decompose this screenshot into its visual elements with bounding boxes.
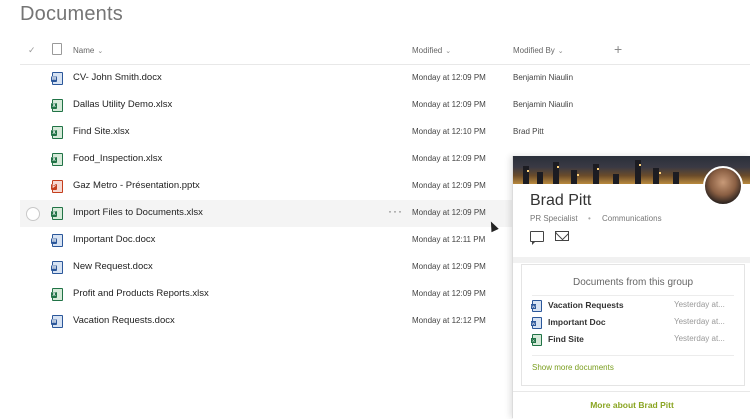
table-row-selected[interactable]: X Import Files to Documents.xlsx ··· Mon… xyxy=(20,200,512,227)
excel-file-icon: X xyxy=(51,126,63,139)
file-name-link[interactable]: Important Doc.docx xyxy=(73,234,155,245)
file-name-link[interactable]: New Request.docx xyxy=(73,261,153,272)
show-more-documents-link[interactable]: Show more documents xyxy=(532,363,614,372)
chevron-down-icon: ⌄ xyxy=(97,48,104,55)
excel-file-icon: X xyxy=(51,153,63,166)
group-doc-time: Yesterday at... xyxy=(674,317,725,326)
word-file-icon: W xyxy=(531,300,542,312)
modified-date: Monday at 12:11 PM xyxy=(412,235,486,244)
table-row[interactable]: W CV- John Smith.docx Monday at 12:09 PM… xyxy=(20,65,573,92)
group-doc-time: Yesterday at... xyxy=(674,334,725,343)
select-all-checkmark-icon[interactable]: ✓ xyxy=(28,45,36,56)
more-actions-icon[interactable]: ··· xyxy=(388,204,403,218)
modified-date: Monday at 12:09 PM xyxy=(412,100,486,109)
table-row[interactable]: P Gaz Metro - Présentation.pptx Monday a… xyxy=(20,173,512,200)
chevron-down-icon: ⌄ xyxy=(445,48,452,55)
powerpoint-file-icon: P xyxy=(51,180,63,193)
table-row[interactable]: W New Request.docx Monday at 12:09 PM xyxy=(20,254,512,281)
add-column-button[interactable]: + xyxy=(614,41,622,57)
page-title: Documents xyxy=(20,3,123,25)
word-file-icon: W xyxy=(51,315,63,328)
word-file-icon: W xyxy=(51,261,63,274)
table-row[interactable]: W Vacation Requests.docx Monday at 12:12… xyxy=(20,308,512,335)
divider xyxy=(532,295,734,296)
person-card: Brad Pitt PR Specialist Communications D… xyxy=(512,156,750,419)
modified-by-link[interactable]: Benjamin Niaulin xyxy=(513,73,573,82)
list-header: ✓ Name ⌄ Modified ⌄ Modified By ⌄ + xyxy=(20,40,750,65)
group-doc-name[interactable]: Vacation Requests xyxy=(548,300,624,310)
table-row[interactable]: X Food_Inspection.xlsx Monday at 12:09 P… xyxy=(20,146,512,173)
file-type-header-icon[interactable] xyxy=(52,43,62,55)
table-row[interactable]: X Find Site.xlsx Monday at 12:10 PM Brad… xyxy=(20,119,544,146)
divider xyxy=(513,257,750,263)
file-name-link[interactable]: Find Site.xlsx xyxy=(73,126,130,137)
excel-file-icon: X xyxy=(51,288,63,301)
modified-date: Monday at 12:10 PM xyxy=(412,127,486,136)
group-doc-name[interactable]: Find Site xyxy=(548,334,584,344)
column-header-modified-by-label: Modified By xyxy=(513,46,555,55)
file-name-link[interactable]: CV- John Smith.docx xyxy=(73,72,162,83)
table-row[interactable]: X Profit and Products Reports.xlsx Monda… xyxy=(20,281,512,308)
person-name: Brad Pitt xyxy=(530,192,592,209)
modified-date: Monday at 12:12 PM xyxy=(412,316,486,325)
divider xyxy=(532,355,734,356)
file-name-link[interactable]: Dallas Utility Demo.xlsx xyxy=(73,99,172,110)
person-title: PR Specialist xyxy=(530,214,578,223)
modified-by-link[interactable]: Brad Pitt xyxy=(513,127,544,136)
mail-icon[interactable] xyxy=(555,231,569,241)
column-header-modified[interactable]: Modified ⌄ xyxy=(412,46,451,55)
file-name-link[interactable]: Import Files to Documents.xlsx xyxy=(73,207,203,218)
column-header-modified-by[interactable]: Modified By ⌄ xyxy=(513,46,564,55)
table-row[interactable]: W Important Doc.docx Monday at 12:11 PM xyxy=(20,227,512,254)
file-name-link[interactable]: Profit and Products Reports.xlsx xyxy=(73,288,209,299)
avatar[interactable] xyxy=(703,166,743,206)
word-file-icon: W xyxy=(531,317,542,329)
list-item[interactable]: X Find Site Yesterday at... xyxy=(531,333,738,347)
more-about-person-link[interactable]: More about Brad Pitt xyxy=(513,400,750,410)
row-select-radio[interactable] xyxy=(26,207,40,221)
group-doc-time: Yesterday at... xyxy=(674,300,725,309)
excel-file-icon: X xyxy=(51,207,63,220)
column-header-name[interactable]: Name ⌄ xyxy=(73,46,103,55)
modified-date: Monday at 12:09 PM xyxy=(412,181,486,190)
excel-file-icon: X xyxy=(531,334,542,346)
group-documents-title: Documents from this group xyxy=(572,277,694,288)
modified-date: Monday at 12:09 PM xyxy=(412,289,486,298)
table-row[interactable]: X Dallas Utility Demo.xlsx Monday at 12:… xyxy=(20,92,573,119)
modified-date: Monday at 12:09 PM xyxy=(412,73,486,82)
word-file-icon: W xyxy=(51,72,63,85)
column-header-modified-label: Modified xyxy=(412,46,443,55)
chevron-down-icon: ⌄ xyxy=(557,48,564,55)
modified-by-link[interactable]: Benjamin Niaulin xyxy=(513,100,573,109)
chat-icon[interactable] xyxy=(530,231,544,245)
modified-date: Monday at 12:09 PM xyxy=(412,154,486,163)
file-name-link[interactable]: Food_Inspection.xlsx xyxy=(73,153,162,164)
list-item[interactable]: W Important Doc Yesterday at... xyxy=(531,316,738,330)
file-name-link[interactable]: Gaz Metro - Présentation.pptx xyxy=(73,180,200,191)
group-doc-name[interactable]: Important Doc xyxy=(548,317,606,327)
card-footer: More about Brad Pitt xyxy=(513,391,750,419)
list-item[interactable]: W Vacation Requests Yesterday at... xyxy=(531,299,738,313)
column-header-name-label: Name xyxy=(73,46,95,55)
modified-date: Monday at 12:09 PM xyxy=(412,262,486,271)
group-documents-panel: Documents from this group W Vacation Req… xyxy=(521,264,745,386)
word-file-icon: W xyxy=(51,234,63,247)
modified-date: Monday at 12:09 PM xyxy=(412,208,486,217)
excel-file-icon: X xyxy=(51,99,63,112)
file-name-link[interactable]: Vacation Requests.docx xyxy=(73,315,175,326)
person-department: Communications xyxy=(588,214,661,223)
